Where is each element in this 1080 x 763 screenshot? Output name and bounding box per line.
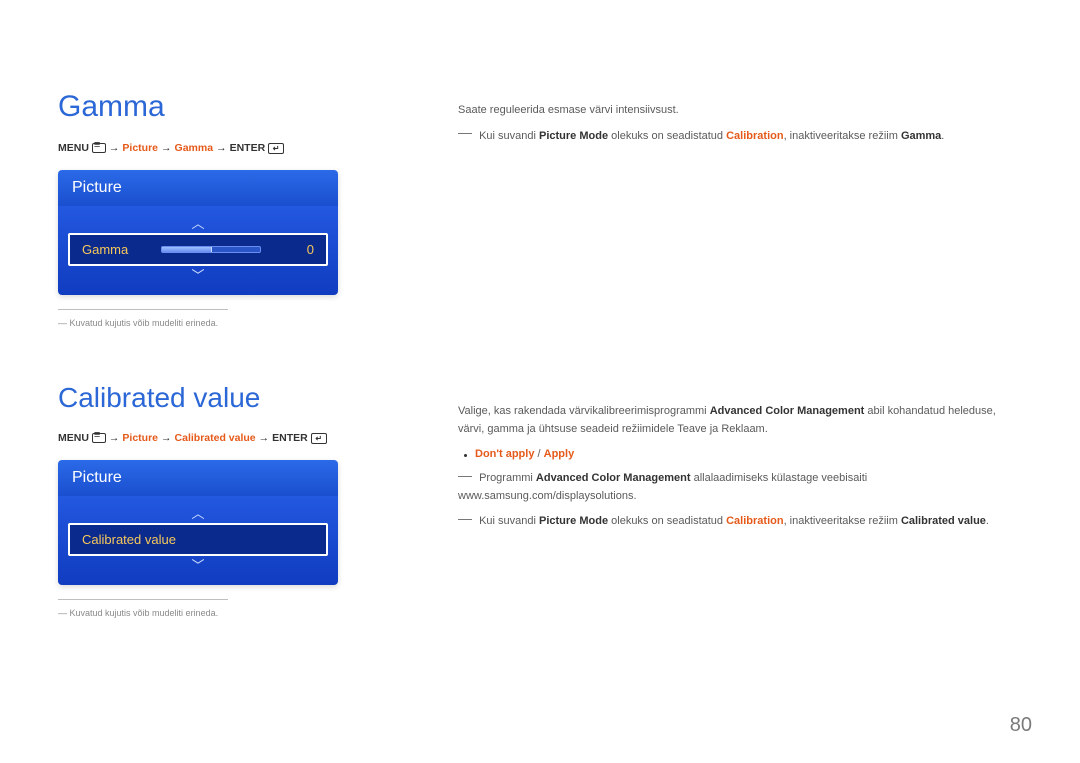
- osd-panel-title: Picture: [58, 460, 338, 496]
- gamma-desc-line1: Saate reguleerida esmase värvi intensiiv…: [458, 102, 1022, 120]
- chevron-up-icon[interactable]: ︿: [68, 217, 328, 230]
- gamma-breadcrumb: MENU → Picture → Gamma → ENTER: [58, 142, 398, 154]
- calibrated-breadcrumb: MENU → Picture → Calibrated value → ENTE…: [58, 432, 398, 444]
- crumb-picture: Picture: [122, 432, 158, 444]
- divider: [58, 599, 228, 600]
- calibrated-row[interactable]: Calibrated value: [68, 523, 328, 556]
- dash-icon: [458, 133, 472, 134]
- arrow-sep: →: [216, 142, 227, 154]
- menu-label: MENU: [58, 142, 89, 154]
- calibrated-section: Calibrated value MENU → Picture → Calibr…: [58, 382, 398, 618]
- crumb-gamma: Gamma: [175, 142, 214, 154]
- gamma-slider[interactable]: [161, 246, 261, 253]
- calib-desc-line4: Kui suvandi Picture Mode olekuks on sead…: [458, 513, 1022, 531]
- dash-icon: [458, 476, 472, 477]
- crumb-calibrated: Calibrated value: [175, 432, 256, 444]
- gamma-osd-panel: Picture ︿ Gamma 0 ﹀: [58, 170, 338, 295]
- enter-icon: [311, 433, 327, 444]
- calib-options: Don't apply / Apply: [464, 446, 1022, 464]
- dash-icon: [458, 519, 472, 520]
- menu-icon: [92, 143, 106, 153]
- arrow-sep: →: [161, 142, 172, 154]
- chevron-down-icon[interactable]: ﹀: [68, 559, 328, 572]
- arrow-sep: →: [109, 432, 120, 444]
- arrow-sep: →: [109, 142, 120, 154]
- gamma-section: Gamma MENU → Picture → Gamma → ENTER Pic…: [58, 90, 398, 328]
- calibrated-row-label: Calibrated value: [82, 532, 176, 547]
- gamma-value: 0: [300, 242, 314, 257]
- calib-desc-line3: Programmi Advanced Color Management alla…: [458, 470, 1022, 505]
- page-number: 80: [1010, 714, 1032, 737]
- calibrated-title: Calibrated value: [58, 382, 398, 414]
- arrow-sep: →: [259, 432, 270, 444]
- calib-desc-line1: Valige, kas rakendada värvikalibreerimis…: [458, 403, 1022, 438]
- gamma-caption: ― Kuvatud kujutis võib mudeliti erineda.: [58, 318, 398, 328]
- bullet-icon: [464, 454, 467, 457]
- chevron-up-icon[interactable]: ︿: [68, 507, 328, 520]
- gamma-title: Gamma: [58, 90, 398, 124]
- enter-label: ENTER: [230, 142, 266, 154]
- osd-panel-title: Picture: [58, 170, 338, 206]
- gamma-desc-line2: Kui suvandi Picture Mode olekuks on sead…: [458, 128, 1022, 146]
- gamma-row-label: Gamma: [82, 242, 128, 257]
- calibrated-caption: ― Kuvatud kujutis võib mudeliti erineda.: [58, 608, 398, 618]
- crumb-picture: Picture: [122, 142, 158, 154]
- gamma-row[interactable]: Gamma 0: [68, 233, 328, 266]
- menu-icon: [92, 433, 106, 443]
- option-apply: Apply: [544, 448, 575, 460]
- enter-label: ENTER: [272, 432, 308, 444]
- calibrated-osd-panel: Picture ︿ Calibrated value ﹀: [58, 460, 338, 585]
- divider: [58, 309, 228, 310]
- option-dont-apply: Don't apply: [475, 448, 534, 460]
- chevron-down-icon[interactable]: ﹀: [68, 269, 328, 282]
- arrow-sep: →: [161, 432, 172, 444]
- menu-label: MENU: [58, 432, 89, 444]
- enter-icon: [268, 143, 284, 154]
